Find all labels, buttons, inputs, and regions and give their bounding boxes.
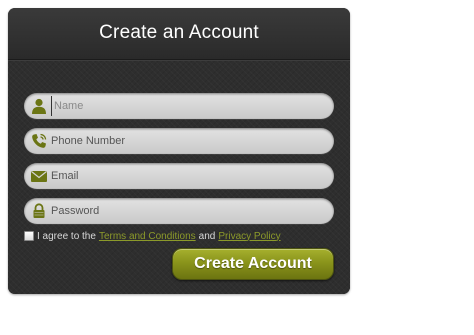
signup-card: Create an Account Name Phone Number Emai… [8, 8, 350, 294]
card-header: Create an Account [8, 8, 350, 60]
form-title: Create an Account [99, 22, 259, 43]
phone-field[interactable] [24, 128, 334, 154]
mail-icon [31, 171, 47, 182]
name-input[interactable] [51, 96, 321, 116]
phone-icon [32, 133, 47, 148]
terms-link[interactable]: Terms and Conditions [99, 231, 196, 242]
privacy-link[interactable]: Privacy Policy [218, 231, 280, 242]
password-field[interactable] [24, 198, 334, 224]
email-input[interactable] [51, 166, 321, 186]
terms-prefix: I agree to the [37, 230, 96, 242]
password-input[interactable] [51, 201, 321, 221]
user-icon [32, 98, 46, 114]
card-body: I agree to the Terms and Conditions and … [8, 61, 350, 294]
phone-input[interactable] [51, 131, 321, 151]
terms-row: I agree to the Terms and Conditions and … [24, 229, 281, 243]
email-field[interactable] [24, 163, 334, 189]
create-account-button[interactable]: Create Account [172, 248, 334, 280]
name-field[interactable] [24, 93, 334, 119]
terms-conjunction: and [198, 230, 216, 242]
lock-icon [33, 203, 45, 218]
terms-checkbox[interactable] [24, 231, 34, 241]
